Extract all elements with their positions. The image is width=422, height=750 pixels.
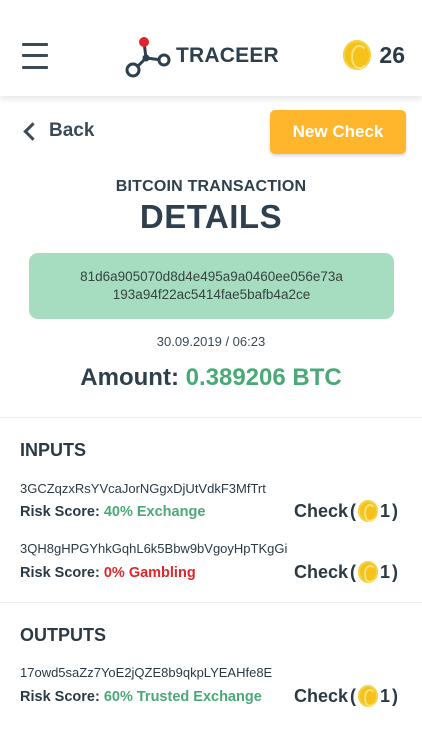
menu-bar <box>22 43 48 46</box>
paren-close: ) <box>392 561 398 582</box>
new-check-button[interactable]: New Check <box>270 110 406 154</box>
paren-close: ) <box>392 500 398 521</box>
section-divider <box>0 602 422 603</box>
coin-icon <box>343 40 372 70</box>
risk-label: Risk Score: <box>20 689 100 705</box>
output-risk-score: Risk Score: 60% Trusted Exchange <box>20 689 262 705</box>
input-address: 3QH8gHPGYhkGqhL6k5Bbw9bVgoyHpTKgGi <box>20 541 288 556</box>
risk-value: 60% Trusted Exchange <box>103 689 262 705</box>
coin-balance[interactable]: 26 <box>343 40 405 70</box>
paren-open: ( <box>349 685 356 706</box>
amount-label: Amount: <box>80 364 179 391</box>
chevron-left-icon <box>23 121 42 141</box>
check-label: Check <box>293 561 348 582</box>
risk-label: Risk Score: <box>20 565 100 581</box>
check-cost: 1 <box>379 500 390 521</box>
output-address: 17owd5saZz7YoE2jQZE8b9qkpLYEAHfe8E <box>20 665 273 680</box>
check-cost: 1 <box>379 561 390 582</box>
back-button[interactable]: Back <box>20 120 94 142</box>
transaction-hash[interactable]: 81d6a905070d8d4e495a9a0460ee056e73a 193a… <box>29 253 394 319</box>
logo-text: TRACEER <box>176 44 279 67</box>
paren-close: ) <box>392 685 398 706</box>
check-button[interactable]: Check ( 1 ) <box>293 685 400 708</box>
check-cost: 1 <box>379 685 390 706</box>
menu-bar <box>22 54 48 57</box>
app-header: TRACEER 26 <box>0 0 422 96</box>
hash-line: 193a94f22ac5414fae5bafb4a2ce <box>112 287 311 302</box>
menu-bar <box>22 66 48 69</box>
check-label: Check <box>293 500 348 521</box>
page-title: DETAILS <box>139 198 283 235</box>
risk-value: 40% Exchange <box>103 504 206 520</box>
input-risk-score: Risk Score: 0% Gambling <box>20 565 196 581</box>
page-subtitle: BITCOIN TRANSACTION <box>115 178 307 195</box>
risk-value: 0% Gambling <box>103 565 196 581</box>
coin-icon <box>357 500 378 523</box>
check-button[interactable]: Check ( 1 ) <box>293 561 400 584</box>
coin-icon <box>357 561 378 584</box>
paren-open: ( <box>349 561 356 582</box>
back-label: Back <box>49 120 95 141</box>
paren-open: ( <box>349 500 356 521</box>
check-button[interactable]: Check ( 1 ) <box>293 500 400 523</box>
transaction-amount: Amount: 0.389206 BTC <box>0 364 422 392</box>
check-label: Check <box>293 685 348 706</box>
inputs-title: INPUTS <box>20 440 87 460</box>
section-divider <box>0 417 422 418</box>
input-address: 3GCZqzxRsYVcaJorNGgxDjUtVdkF3MfTrt <box>20 481 266 496</box>
menu-icon[interactable] <box>22 41 50 71</box>
app-logo: TRACEER <box>124 34 279 78</box>
coin-count: 26 <box>379 41 405 68</box>
network-logo-icon <box>125 37 171 78</box>
input-risk-score: Risk Score: 40% Exchange <box>20 504 205 520</box>
hash-line: 81d6a905070d8d4e495a9a0460ee056e73a <box>80 269 343 284</box>
risk-label: Risk Score: <box>20 504 100 520</box>
coin-icon <box>357 685 378 708</box>
amount-value: 0.389206 BTC <box>185 364 342 391</box>
outputs-title: OUTPUTS <box>20 625 107 645</box>
transaction-datetime: 30.09.2019 / 06:23 <box>156 334 266 349</box>
